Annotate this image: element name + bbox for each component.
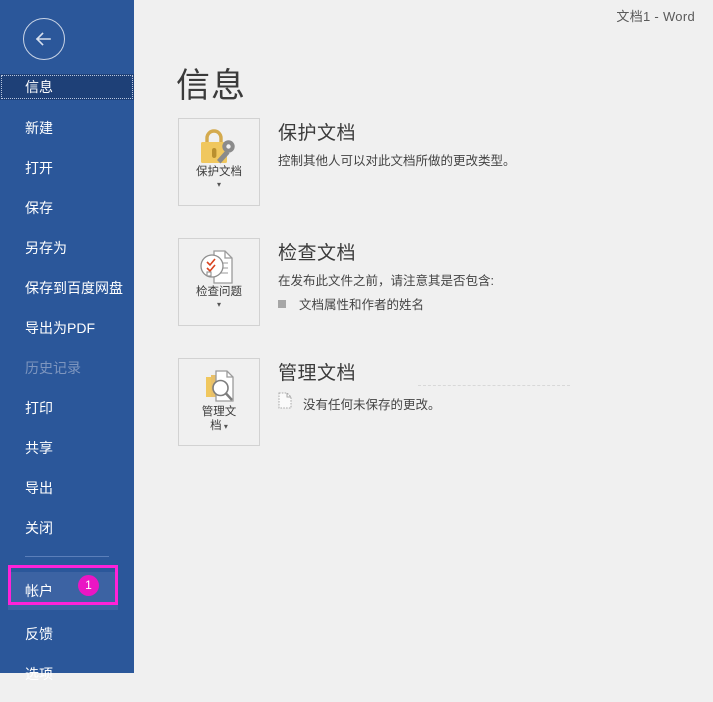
protect-document-button-label: 保护文档 (196, 166, 242, 178)
sidebar-item-save-as[interactable]: 另存为 (0, 236, 134, 260)
check-for-issues-button-label: 检查问题 (196, 286, 242, 298)
manage-document-button-label-line2: 档 (210, 420, 222, 432)
inspect-document-text: 检查文档 在发布此文件之前，请注意其是否包含: 文档属性和作者的姓名 (278, 238, 494, 313)
sidebar-item-save-to-baidu-netdisk[interactable]: 保存到百度网盘 (0, 276, 134, 300)
sidebar-item-account[interactable]: 帐户 (8, 572, 118, 610)
inspect-document-description: 在发布此文件之前，请注意其是否包含: (278, 274, 494, 288)
sidebar-item-label: 导出为PDF (25, 320, 95, 336)
sidebar-item-export[interactable]: 导出 (0, 476, 134, 500)
manage-document-heading: 管理文档 (278, 363, 357, 384)
manage-document-button-label-line1: 管理文 (201, 406, 237, 418)
faint-dashed-divider (418, 385, 570, 386)
protect-document-button[interactable]: 保护文档 ▾ (178, 118, 260, 206)
sidebar-item-options[interactable]: 选项 (0, 662, 134, 686)
protect-document-text: 保护文档 控制其他人可以对此文档所做的更改类型。 (278, 118, 516, 171)
chevron-down-icon: ▾ (216, 300, 221, 309)
sidebar-item-label: 历史记录 (25, 360, 81, 376)
inspect-document-bullet: 文档属性和作者的姓名 (278, 294, 494, 313)
sidebar-divider (25, 556, 109, 557)
blank-document-icon (278, 392, 292, 414)
protect-document-heading: 保护文档 (278, 123, 357, 144)
chevron-down-icon: ▾ (216, 180, 221, 189)
manage-document-description: 没有任何未保存的更改。 (303, 397, 441, 412)
title-bar: 文档1 - Word (134, 0, 713, 30)
sidebar-item-label: 关闭 (25, 520, 53, 536)
sidebar-item-feedback[interactable]: 反馈 (0, 622, 134, 646)
sidebar-item-label: 保存到百度网盘 (25, 280, 123, 296)
window-title: 文档1 - Word (616, 9, 695, 24)
document-search-icon (179, 367, 259, 405)
sidebar-item-open[interactable]: 打开 (0, 156, 134, 180)
annotation-step-badge: 1 (78, 575, 99, 596)
sidebar-item-export-to-pdf[interactable]: 导出为PDF (0, 316, 134, 340)
sidebar-item-share[interactable]: 共享 (0, 436, 134, 460)
bullet-square-icon (278, 299, 286, 308)
chevron-down-icon: ▾ (221, 422, 228, 431)
backstage-sidebar: 信息 新建 打开 保存 另存为 保存到百度网盘 导出为PDF 历史记录 打印 共… (0, 0, 134, 682)
sidebar-item-close[interactable]: 关闭 (0, 516, 134, 540)
sidebar-item-label: 导出 (25, 480, 53, 496)
manage-document-text: 管理文档 没有任何未保存的更改。 (278, 358, 441, 414)
check-for-issues-button[interactable]: 检查问题 ▾ (178, 238, 260, 326)
page-title: 信息 (176, 67, 246, 105)
sidebar-item-label: 打印 (25, 400, 53, 416)
lock-key-icon (179, 127, 259, 165)
sidebar-item-new[interactable]: 新建 (0, 116, 134, 140)
sidebar-item-print[interactable]: 打印 (0, 396, 134, 420)
manage-document-button[interactable]: 管理文 档 ▾ (178, 358, 260, 446)
sidebar-item-label: 新建 (25, 120, 53, 136)
sidebar-item-history: 历史记录 (0, 356, 134, 380)
sidebar-item-label: 选项 (25, 666, 53, 682)
sidebar-item-info[interactable]: 信息 (0, 74, 134, 100)
sidebar-item-label: 反馈 (25, 626, 53, 642)
sidebar-item-save[interactable]: 保存 (0, 196, 134, 220)
back-button[interactable] (23, 18, 65, 60)
sidebar-item-label: 信息 (25, 79, 53, 95)
sidebar-item-label: 另存为 (25, 240, 67, 256)
protect-document-description: 控制其他人可以对此文档所做的更改类型。 (278, 154, 516, 168)
sidebar-item-label: 打开 (25, 160, 53, 176)
inspect-document-heading: 检查文档 (278, 243, 357, 264)
inspect-document-bullet-label: 文档属性和作者的姓名 (299, 298, 425, 312)
manage-document-button-label: 管理文 档 ▾ (179, 405, 259, 434)
sidebar-item-label: 帐户 (25, 583, 53, 599)
sidebar-item-label: 共享 (25, 440, 53, 456)
manage-document-status-row: 没有任何未保存的更改。 (278, 392, 441, 414)
sidebar-nav: 信息 新建 打开 保存 另存为 保存到百度网盘 导出为PDF 历史记录 打印 共… (0, 74, 134, 702)
backstage-content: 信息 保护文档 ▾ 保护文档 控制其他人可以对此文档所做的更改类型。 检查问题 … (134, 30, 713, 673)
document-check-icon (179, 247, 259, 285)
back-arrow-icon (35, 32, 51, 46)
sidebar-item-label: 保存 (25, 200, 53, 216)
word-backstage-window: 文档1 - Word 信息 新建 打开 保存 另存为 保存到百度网盘 导出为PD… (0, 0, 713, 682)
